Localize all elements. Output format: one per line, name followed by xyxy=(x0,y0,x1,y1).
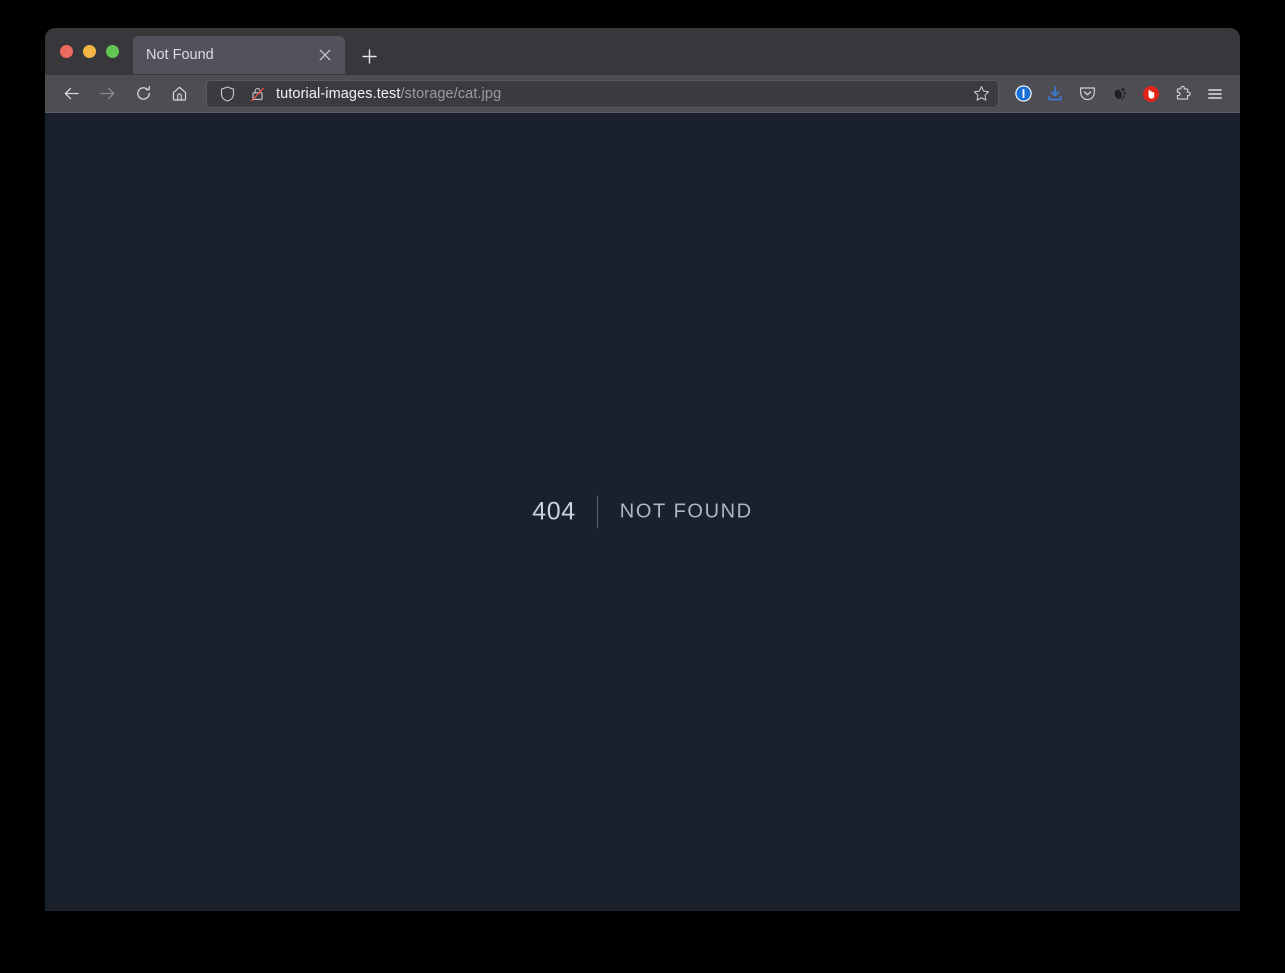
lock-crossed-out-icon[interactable] xyxy=(246,83,268,105)
url-text[interactable]: tutorial-images.test/storage/cat.jpg xyxy=(276,86,962,102)
1password-icon[interactable] xyxy=(1008,79,1038,109)
url-path: /storage/cat.jpg xyxy=(400,85,502,102)
error-message: NOT FOUND xyxy=(619,500,753,523)
window-controls xyxy=(45,28,133,75)
downloads-icon[interactable] xyxy=(1040,79,1070,109)
close-window-button[interactable] xyxy=(60,45,73,58)
toolbar-extensions xyxy=(1008,79,1230,109)
tab-title: Not Found xyxy=(146,47,214,63)
tab-bar: Not Found xyxy=(45,28,1240,75)
page-content: 404 NOT FOUND xyxy=(45,113,1240,911)
browser-window: Not Found tutorial-images.test/storage/c… xyxy=(45,28,1240,911)
close-tab-button[interactable] xyxy=(315,45,335,65)
url-host: tutorial-images.test xyxy=(276,85,401,102)
maximize-window-button[interactable] xyxy=(106,45,119,58)
home-button[interactable] xyxy=(161,79,197,109)
gnome-icon[interactable] xyxy=(1104,79,1134,109)
navigation-toolbar: tutorial-images.test/storage/cat.jpg xyxy=(45,75,1240,113)
forward-button[interactable] xyxy=(89,79,125,109)
extensions-puzzle-icon[interactable] xyxy=(1168,79,1198,109)
ublock-origin-icon[interactable] xyxy=(1136,79,1166,109)
minimize-window-button[interactable] xyxy=(83,45,96,58)
error-container: 404 NOT FOUND xyxy=(532,495,752,528)
app-menu-icon[interactable] xyxy=(1200,79,1230,109)
shield-icon[interactable] xyxy=(216,83,238,105)
tab-not-found[interactable]: Not Found xyxy=(133,36,345,74)
address-bar[interactable]: tutorial-images.test/storage/cat.jpg xyxy=(206,79,999,108)
error-code: 404 xyxy=(532,497,576,525)
pocket-icon[interactable] xyxy=(1072,79,1102,109)
new-tab-button[interactable] xyxy=(353,40,385,72)
back-button[interactable] xyxy=(53,79,89,109)
reload-button[interactable] xyxy=(125,79,161,109)
star-outline-icon[interactable] xyxy=(970,83,992,105)
